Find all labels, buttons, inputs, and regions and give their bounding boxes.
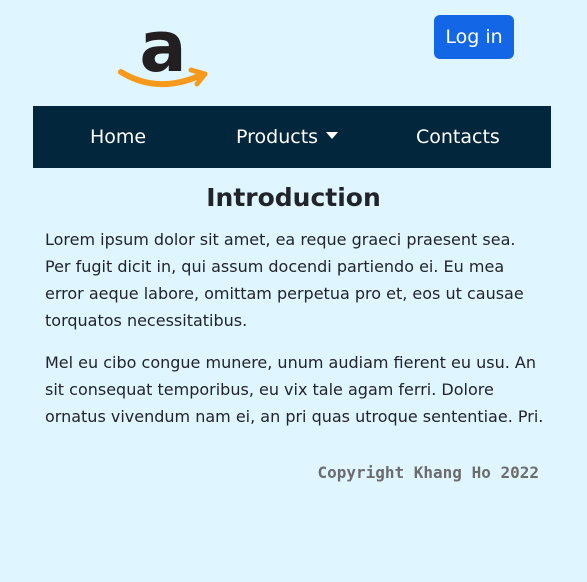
page-title: Introduction bbox=[206, 183, 381, 212]
caret-down-icon bbox=[326, 132, 339, 139]
intro-paragraph-2: Mel eu cibo congue munere, unum audiam f… bbox=[45, 353, 544, 426]
nav-item-contacts[interactable]: Contacts bbox=[416, 106, 500, 168]
main-navbar: Home Products Contacts bbox=[33, 106, 551, 168]
amazon-logo-icon[interactable]: a bbox=[117, 6, 209, 90]
copyright-text: Copyright Khang Ho 2022 bbox=[317, 463, 539, 482]
login-button[interactable]: Log in bbox=[434, 15, 514, 59]
svg-text:a: a bbox=[139, 14, 186, 88]
nav-item-home[interactable]: Home bbox=[90, 106, 146, 168]
nav-item-contacts-label: Contacts bbox=[416, 126, 500, 148]
intro-paragraph-1: Lorem ipsum dolor sit amet, ea reque gra… bbox=[45, 230, 524, 330]
nav-item-products-label: Products bbox=[236, 126, 319, 148]
nav-item-products-dropdown[interactable]: Products bbox=[236, 106, 339, 168]
nav-item-home-label: Home bbox=[90, 126, 147, 148]
